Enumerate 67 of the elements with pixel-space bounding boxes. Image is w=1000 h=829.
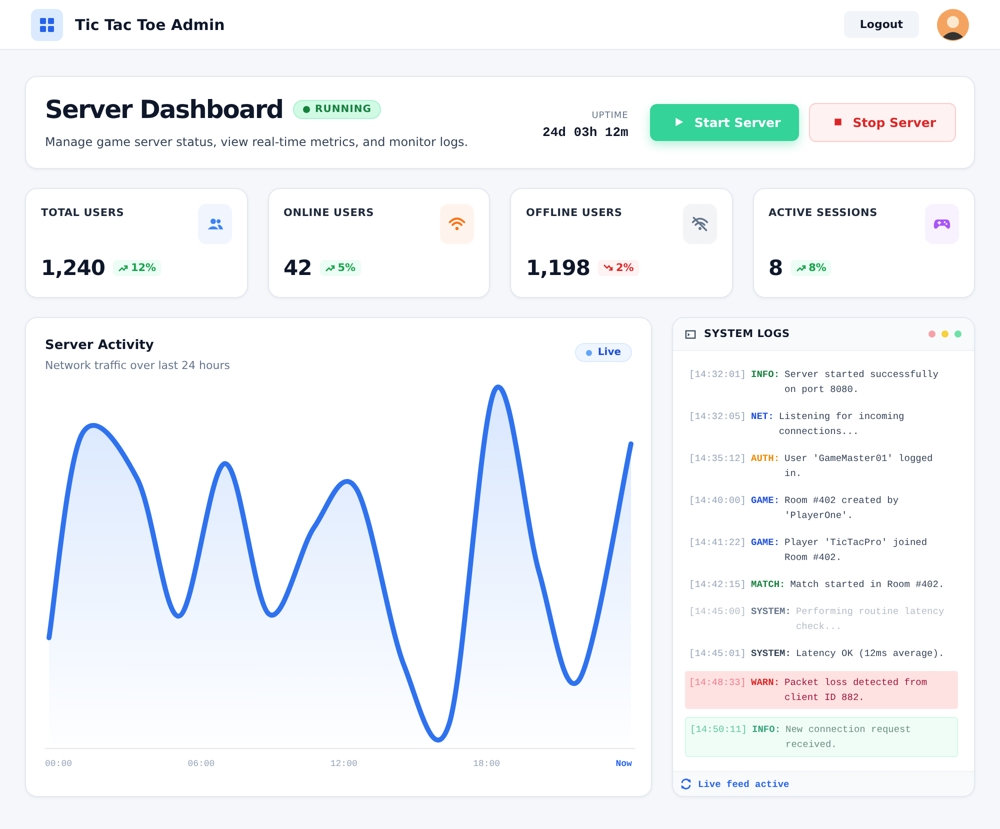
stat-label: OFFLINE USERS <box>526 207 622 219</box>
refresh-icon <box>680 778 692 790</box>
log-time: [14:32:05] <box>689 410 746 424</box>
status-badge: RUNNING <box>293 100 382 119</box>
axis-label: 00:00 <box>45 759 72 769</box>
axis-label: 12:00 <box>330 759 358 769</box>
stat-label: TOTAL USERS <box>41 207 124 219</box>
axis-label: 18:00 <box>473 759 500 769</box>
log-message: Match started in Room #402. <box>790 578 946 592</box>
log-time: [14:42:15] <box>689 578 746 592</box>
log-tag: MATCH: <box>751 577 786 592</box>
log-tag: SYSTEM: <box>751 646 791 661</box>
stop-icon <box>832 117 843 127</box>
avatar-icon[interactable] <box>937 8 969 40</box>
page-title: Server Dashboard <box>45 95 284 124</box>
log-message: Latency OK (12ms average). <box>796 647 946 661</box>
log-time: [14:35:12] <box>689 452 746 466</box>
trend-badge: 2% <box>598 260 639 276</box>
window-dots-icon <box>928 330 962 338</box>
log-time: [14:48:33] <box>689 676 746 690</box>
stat-value: 1,240 <box>41 256 105 280</box>
trend-badge: 12% <box>112 260 162 276</box>
uptime-label: UPTIME <box>592 110 628 120</box>
log-tag: GAME: <box>751 535 780 565</box>
chart-title: Server Activity <box>45 338 155 353</box>
stat-label: ACTIVE SESSIONS <box>768 207 878 219</box>
stat-label: ONLINE USERS <box>284 207 374 219</box>
terminal-icon <box>685 328 696 340</box>
app-title: Tic Tac Toe Admin <box>75 16 225 34</box>
log-time: [14:45:00] <box>689 605 746 619</box>
log-tag: WARN: <box>751 675 780 705</box>
stat-value: 42 <box>284 256 312 280</box>
log-message: Listening for incoming connections... <box>778 410 906 439</box>
log-time: [14:40:00] <box>689 494 746 508</box>
uptime-value: 24d 03h 12m <box>542 124 628 140</box>
log-time: [14:45:01] <box>689 647 746 661</box>
axis-label: 06:00 <box>188 759 215 769</box>
play-icon <box>674 117 684 127</box>
log-time: [14:41:22] <box>689 536 746 550</box>
trend-badge: 5% <box>320 260 361 276</box>
log-message: Packet loss detected from client ID 882. <box>784 676 928 705</box>
page-subtitle: Manage game server status, view real-time metrics, and monitor logs. <box>45 135 468 149</box>
grid-icon <box>31 8 63 40</box>
stat-value: 1,198 <box>526 256 590 280</box>
logs-title: SYSTEM LOGS <box>704 328 790 340</box>
chart-subtitle: Network traffic over last 24 hours <box>45 359 230 372</box>
logout-button[interactable]: Logout <box>844 11 919 38</box>
log-tag: NET: <box>751 409 774 439</box>
axis-label: Now <box>616 759 632 769</box>
log-tag: AUTH: <box>751 451 780 481</box>
stat-value: 8 <box>768 256 783 280</box>
live-badge: Live <box>574 343 632 362</box>
log-tag: INFO: <box>752 722 781 752</box>
log-message: Player 'TicTacPro' joined Room #402. <box>784 536 928 565</box>
log-message: New connection request received. <box>786 723 912 752</box>
trend-badge: 8% <box>790 260 832 276</box>
log-tag: GAME: <box>751 493 780 523</box>
log-message: Server started successfully on port 8080. <box>784 368 940 397</box>
live-feed-status: Live feed active <box>698 778 790 790</box>
log-message: Room #402 created by 'PlayerOne'. <box>784 494 900 523</box>
log-tag: SYSTEM: <box>751 604 791 634</box>
log-time: [14:32:01] <box>689 368 746 382</box>
log-message: User 'GameMaster01' logged in. <box>784 452 934 481</box>
log-message: Performing routine latency check... <box>796 605 946 634</box>
log-time: [14:50:11] <box>690 723 748 737</box>
log-tag: INFO: <box>751 367 780 397</box>
stop-server-button[interactable]: Stop Server <box>808 102 956 142</box>
